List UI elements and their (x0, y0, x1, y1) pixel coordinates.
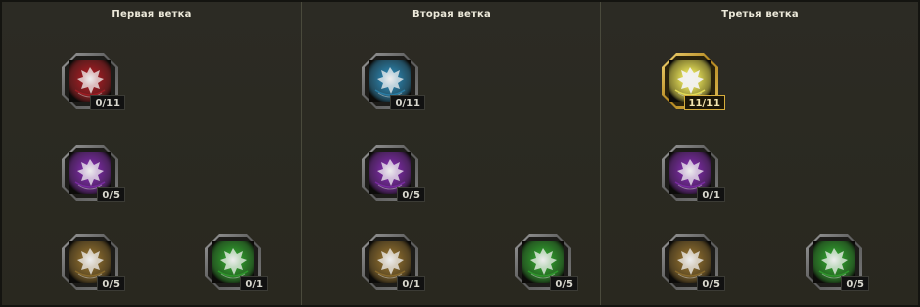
skill-level-badge: 0/5 (841, 276, 869, 291)
skill-level-badge: 0/5 (97, 276, 125, 291)
skill-slot[interactable]: 0/11 (359, 50, 425, 112)
skill-level-badge: 0/5 (397, 187, 425, 202)
skill-level-badge: 0/11 (90, 95, 125, 110)
skill-slot[interactable]: 0/5 (359, 142, 425, 204)
skill-level-badge: 0/5 (550, 276, 578, 291)
branch-2: Вторая ветка 0/11 0/5 0/1 0/5 (301, 2, 601, 305)
skill-level-badge: 0/1 (397, 276, 425, 291)
skill-tree-panel: Первая ветка 0/11 0/5 0/5 0/1 Вторая вет… (0, 0, 920, 307)
skill-slot[interactable]: 0/5 (59, 142, 125, 204)
skill-slot[interactable]: 0/5 (659, 231, 725, 293)
branch-3: Третья ветка 11/11 0/1 0/5 0/5 (600, 2, 918, 305)
branch-title: Вторая ветка (412, 9, 491, 20)
skill-slot[interactable]: 0/1 (359, 231, 425, 293)
skill-level-badge: 0/11 (390, 95, 425, 110)
skill-level-badge: 0/5 (697, 276, 725, 291)
skill-level-badge: 0/1 (697, 187, 725, 202)
branch-1: Первая ветка 0/11 0/5 0/5 0/1 (2, 2, 301, 305)
skill-level-badge: 11/11 (683, 95, 725, 110)
skill-slot[interactable]: 0/1 (659, 142, 725, 204)
branch-title: Первая ветка (111, 9, 192, 20)
skill-slot[interactable]: 0/5 (512, 231, 578, 293)
skill-slot[interactable]: 0/5 (803, 231, 869, 293)
skill-level-badge: 0/1 (240, 276, 268, 291)
skill-slot[interactable]: 0/1 (202, 231, 268, 293)
skill-level-badge: 0/5 (97, 187, 125, 202)
skill-slot[interactable]: 0/11 (59, 50, 125, 112)
skill-slot-maxed[interactable]: 11/11 (659, 50, 725, 112)
skill-slot[interactable]: 0/5 (59, 231, 125, 293)
branch-title: Третья ветка (721, 9, 799, 20)
